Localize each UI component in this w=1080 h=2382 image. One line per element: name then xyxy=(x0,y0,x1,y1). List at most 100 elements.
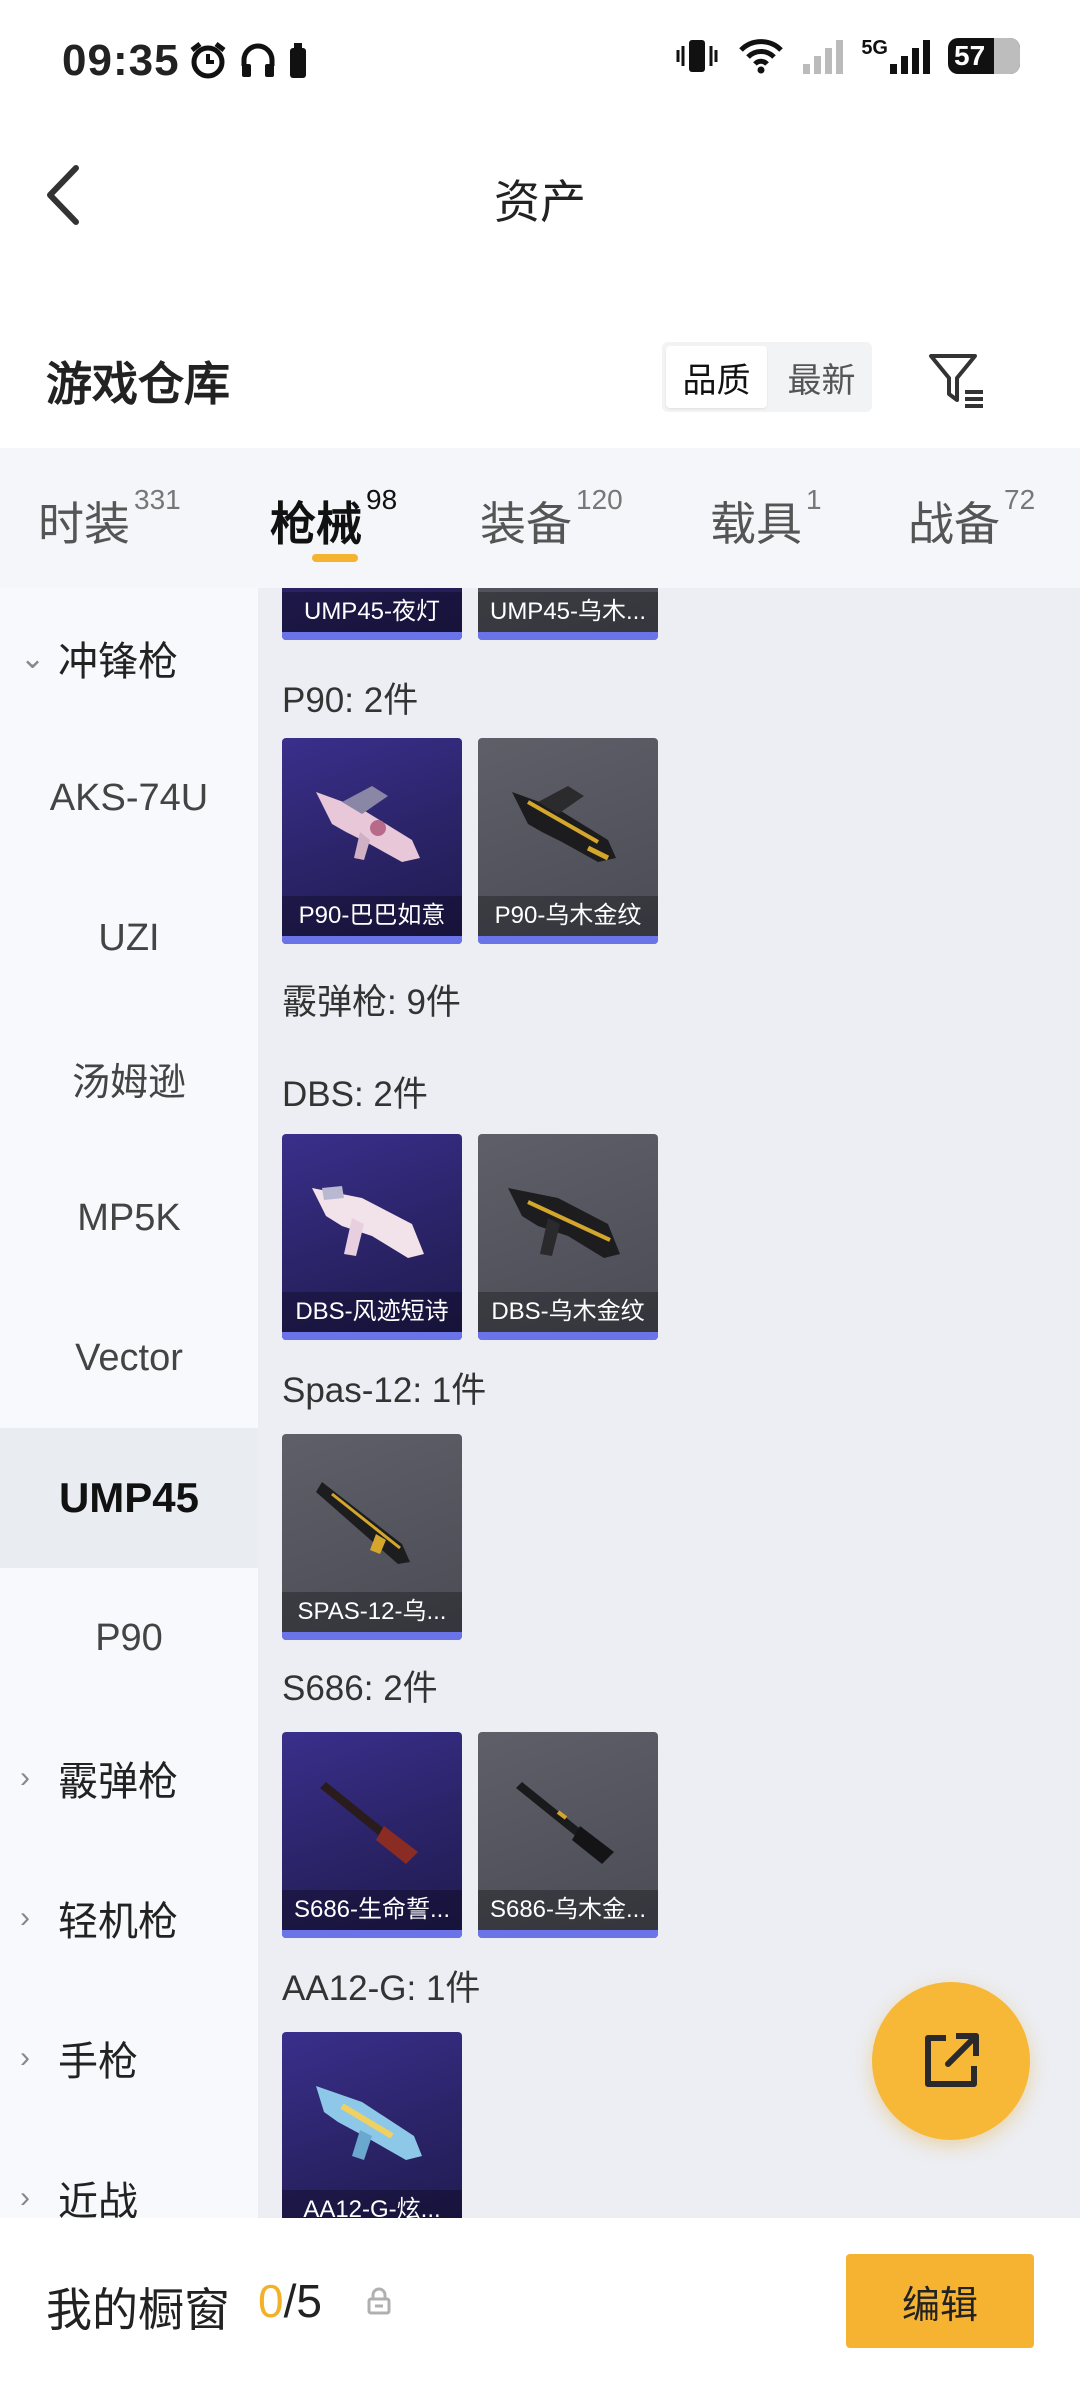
sidebar-item-label: 手枪 xyxy=(58,2040,138,2084)
sidebar-item-melee[interactable]: › 近战 xyxy=(0,2128,258,2218)
sidebar-item-smg[interactable]: ⌄ 冲锋枪 xyxy=(0,588,258,728)
page-title: 资产 xyxy=(494,176,586,228)
spas12-skin-icon xyxy=(316,1482,410,1564)
filter-button[interactable] xyxy=(925,348,989,412)
tab-count: 72 xyxy=(1004,484,1036,515)
weapon-card-name: UMP45-夜灯 xyxy=(282,592,462,632)
tab-label: 装备 xyxy=(480,498,572,550)
sort-option-newest[interactable]: 最新 xyxy=(771,342,872,412)
rarity-bar xyxy=(282,632,462,640)
weapon-card[interactable]: UMP45-夜灯 xyxy=(282,588,462,640)
warehouse-bar: 游戏仓库 品质 最新 xyxy=(0,320,1080,440)
sidebar-item-label: Vector xyxy=(75,1336,183,1379)
lock-icon xyxy=(367,2287,391,2315)
dbs-skin-icon xyxy=(312,1186,424,1258)
tab-equipment[interactable]: 装备 120 xyxy=(480,484,623,554)
sidebar-item-label: P90 xyxy=(95,1616,163,1659)
nav-header: 资产 xyxy=(0,130,1080,260)
weapon-card[interactable]: P90-乌木金纹 xyxy=(478,738,658,944)
weapon-card[interactable]: DBS-风迹短诗 xyxy=(282,1134,462,1340)
weapon-card[interactable]: UMP45-乌木... xyxy=(478,588,658,640)
battery-icon: 57 xyxy=(948,38,1020,74)
p90-skin-icon xyxy=(512,786,616,862)
rarity-bar xyxy=(478,1930,658,1938)
rarity-bar xyxy=(282,936,462,944)
sidebar-item-label: UMP45 xyxy=(58,1474,200,1521)
tab-fashion[interactable]: 时装 331 xyxy=(38,484,181,554)
dbs-skin-icon xyxy=(508,1188,620,1258)
active-tab-indicator xyxy=(312,554,358,562)
sidebar-item-thompson[interactable]: 汤姆逊 xyxy=(0,1008,258,1148)
app-root: 09:35 5G 57 资产 游戏仓库 品质 最新 时装 331 枪械 98 装… xyxy=(0,0,1080,2382)
group-label: DBS: 2件 xyxy=(282,1075,428,1114)
external-link-icon xyxy=(925,2033,979,2087)
sort-option-quality[interactable]: 品质 xyxy=(666,346,767,408)
tab-label: 时装 xyxy=(38,498,130,550)
rarity-bar xyxy=(478,1332,658,1340)
vibrate-icon xyxy=(676,40,718,72)
weapon-card-name: AA12-G-炫... xyxy=(282,2190,462,2218)
weapon-card[interactable]: S686-乌木金... xyxy=(478,1732,658,1938)
s686-skin-icon xyxy=(516,1782,614,1864)
tab-supplies[interactable]: 战备 72 xyxy=(908,484,1035,554)
tab-count: 1 xyxy=(806,484,822,515)
weapon-card[interactable]: SPAS-12-乌... xyxy=(282,1434,462,1640)
sidebar-item-label: 汤姆逊 xyxy=(71,1061,186,1104)
tab-count: 331 xyxy=(134,484,181,515)
weapon-card[interactable]: AA12-G-炫... xyxy=(282,2032,462,2218)
sidebar-item-label: MP5K xyxy=(77,1196,181,1239)
weapon-card-name: S686-乌木金... xyxy=(478,1890,658,1930)
chevron-right-icon: › xyxy=(20,1761,30,1794)
weapon-card-name: UMP45-乌木... xyxy=(478,592,658,632)
weapon-grid: UMP45-夜灯 UMP45-乌木... P90: 2件 P90-巴巴如意 P9… xyxy=(258,588,1080,2218)
status-time: 09:35 xyxy=(62,36,180,85)
group-label: S686: 2件 xyxy=(282,1669,438,1708)
weapon-card-name: DBS-乌木金纹 xyxy=(478,1292,658,1332)
showcase-count: 0/5 xyxy=(258,2274,322,2328)
weapon-card-name: DBS-风迹短诗 xyxy=(282,1292,462,1332)
weapon-card[interactable]: S686-生命誓... xyxy=(282,1732,462,1938)
rarity-bar xyxy=(282,1632,462,1640)
network-type-label: 5G xyxy=(861,37,888,59)
sidebar-item-lmg[interactable]: › 轻机枪 xyxy=(0,1848,258,1988)
tab-count: 120 xyxy=(576,484,623,515)
rarity-bar xyxy=(478,632,658,640)
chevron-right-icon: › xyxy=(20,2041,30,2074)
rarity-bar xyxy=(282,1332,462,1340)
s686-skin-icon xyxy=(320,1782,418,1864)
tab-label: 载具 xyxy=(710,498,802,550)
group-label: P90: 2件 xyxy=(282,681,419,720)
showcase-label: 我的橱窗 xyxy=(46,2284,230,2336)
alarm-icon xyxy=(190,42,226,79)
category-tabs: 时装 331 枪械 98 装备 120 载具 1 战备 72 xyxy=(0,448,1080,588)
tab-firearms[interactable]: 枪械 98 xyxy=(270,484,397,554)
showcase-bar: 我的橱窗 0/5 编辑 xyxy=(0,2218,1080,2382)
weapon-card[interactable]: DBS-乌木金纹 xyxy=(478,1134,658,1340)
sidebar-item-label: 霰弹枪 xyxy=(58,1760,178,1804)
edit-button[interactable]: 编辑 xyxy=(846,2254,1034,2348)
tab-vehicles[interactable]: 载具 1 xyxy=(710,484,822,554)
battery-level: 57 xyxy=(954,40,986,71)
sidebar-item-p90[interactable]: P90 xyxy=(0,1568,258,1708)
sidebar-item-ump45[interactable]: UMP45 xyxy=(0,1428,258,1568)
sidebar-item-label: AKS-74U xyxy=(49,776,209,819)
weapon-card[interactable]: P90-巴巴如意 xyxy=(282,738,462,944)
weapon-card-name: P90-乌木金纹 xyxy=(478,896,658,936)
sidebar-item-label: 轻机枪 xyxy=(58,1900,178,1944)
sidebar-item-aks74u[interactable]: AKS-74U xyxy=(0,728,258,868)
share-float-button[interactable] xyxy=(872,1982,1030,2140)
sidebar-item-label: 近战 xyxy=(58,2180,138,2218)
sidebar-item-uzi[interactable]: UZI xyxy=(0,868,258,1008)
warehouse-title: 游戏仓库 xyxy=(46,358,230,410)
sidebar-item-shotgun[interactable]: › 霰弹枪 xyxy=(0,1708,258,1848)
sidebar-item-mp5k[interactable]: MP5K xyxy=(0,1148,258,1288)
tab-label: 枪械 xyxy=(270,498,362,550)
headphones-icon xyxy=(241,43,275,77)
sidebar-item-vector[interactable]: Vector xyxy=(0,1288,258,1428)
rarity-bar xyxy=(478,936,658,944)
showcase-total: /5 xyxy=(283,2275,322,2327)
weapon-type-sidebar: ⌄ 冲锋枪 AKS-74U UZI 汤姆逊 MP5K Vector UMP45 P… xyxy=(0,588,258,2218)
p90-skin-icon xyxy=(316,786,420,862)
sidebar-item-pistol[interactable]: › 手枪 xyxy=(0,1988,258,2128)
rarity-bar xyxy=(282,1930,462,1938)
